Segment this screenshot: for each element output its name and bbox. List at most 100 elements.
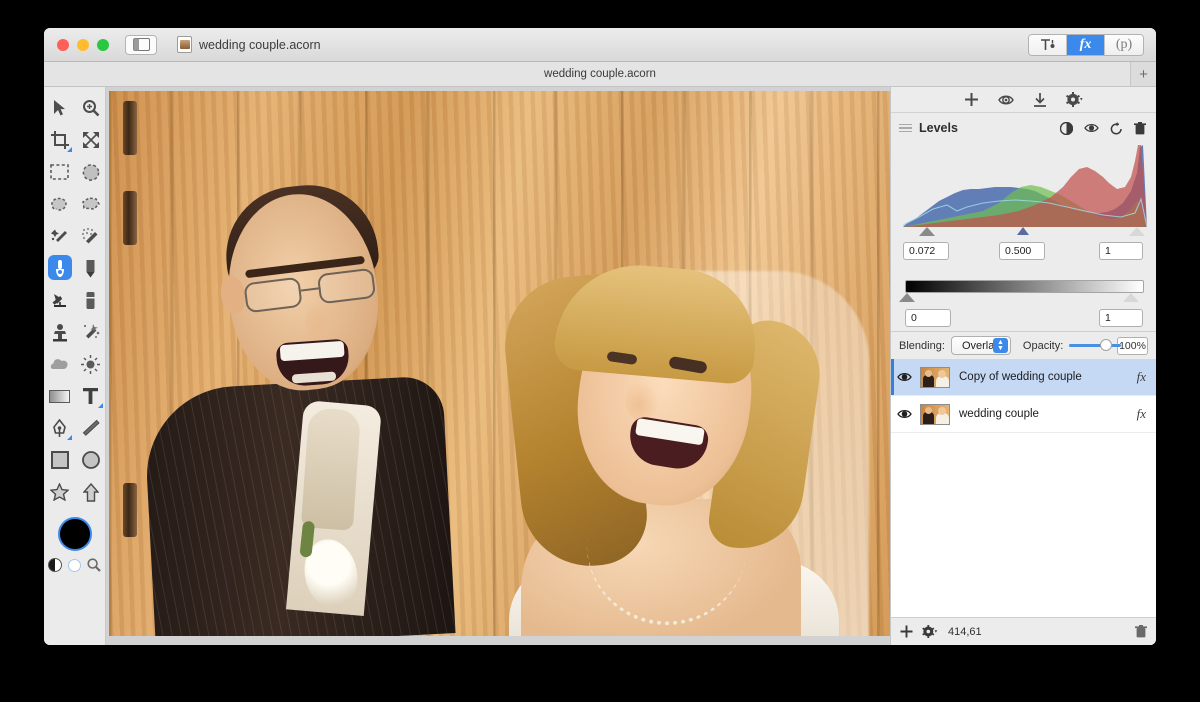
brush-tool[interactable] bbox=[44, 253, 75, 283]
rect-select-tool[interactable] bbox=[44, 157, 75, 187]
opacity-slider[interactable] bbox=[1069, 339, 1122, 351]
ellipse-select-icon bbox=[82, 163, 99, 181]
add-filter-icon[interactable] bbox=[964, 92, 979, 107]
black-point-field[interactable]: 0.072 bbox=[903, 242, 949, 260]
layer-row[interactable]: wedding couple fx bbox=[891, 396, 1156, 433]
tools-inspector-button[interactable] bbox=[1029, 35, 1067, 55]
smudge-tool[interactable] bbox=[75, 317, 106, 347]
instant-alpha-tool[interactable] bbox=[75, 221, 106, 251]
filter-header-actions bbox=[1060, 121, 1146, 135]
sidebar-icon bbox=[132, 38, 150, 51]
magic-wand-tool[interactable] bbox=[44, 221, 75, 251]
line-tool[interactable] bbox=[75, 413, 106, 443]
trash-icon[interactable] bbox=[1134, 121, 1146, 135]
dodge-burn-tool[interactable] bbox=[75, 349, 106, 379]
download-icon[interactable] bbox=[1033, 92, 1047, 107]
eye-icon[interactable] bbox=[1084, 122, 1099, 134]
close-button[interactable] bbox=[57, 38, 69, 51]
output-white-marker[interactable] bbox=[1123, 293, 1139, 302]
clone-stamp-icon bbox=[52, 323, 67, 341]
bride-nose bbox=[625, 381, 659, 421]
image-canvas[interactable] bbox=[109, 91, 890, 636]
white-point-marker[interactable] bbox=[1129, 227, 1145, 236]
bezier-tool[interactable] bbox=[44, 413, 75, 443]
swap-colors-icon[interactable] bbox=[48, 558, 62, 572]
lasso-icon bbox=[51, 197, 67, 211]
rectangle-tool[interactable] bbox=[44, 445, 75, 475]
output-black-marker[interactable] bbox=[899, 293, 915, 302]
background-color-swatch[interactable] bbox=[68, 558, 81, 572]
fx-inspector-button[interactable]: fx bbox=[1067, 35, 1105, 55]
gear-icon[interactable] bbox=[1065, 92, 1084, 107]
layer-fx-badge[interactable]: fx bbox=[1137, 369, 1146, 385]
ellipse-tool[interactable] bbox=[75, 445, 106, 475]
paint-bucket-tool[interactable] bbox=[44, 285, 75, 315]
black-point-marker[interactable] bbox=[919, 227, 935, 236]
arrow-icon bbox=[82, 482, 99, 502]
tab-bar: wedding couple.acorn + bbox=[44, 62, 1156, 87]
foreground-color-swatch[interactable] bbox=[57, 517, 92, 551]
gamma-marker[interactable] bbox=[1017, 227, 1029, 235]
layer-row[interactable]: Copy of wedding couple fx bbox=[891, 359, 1156, 396]
layer-fx-badge[interactable]: fx bbox=[1137, 406, 1146, 422]
lasso-tool[interactable] bbox=[44, 189, 75, 219]
tool-options-indicator bbox=[67, 147, 72, 152]
move-tool[interactable] bbox=[44, 93, 75, 123]
eye-icon[interactable] bbox=[897, 408, 912, 420]
output-white-field[interactable]: 1 bbox=[1099, 309, 1143, 327]
gradient-tool[interactable] bbox=[44, 381, 75, 411]
star-tool[interactable] bbox=[44, 477, 75, 507]
transform-tool[interactable] bbox=[75, 125, 106, 155]
add-layer-icon[interactable] bbox=[900, 625, 913, 638]
contrast-icon[interactable] bbox=[1060, 121, 1073, 135]
ellipse-select-tool[interactable] bbox=[75, 157, 106, 187]
filter-title: Levels bbox=[919, 121, 958, 135]
text-tool[interactable] bbox=[75, 381, 106, 411]
levels-input-fields: 0.072 0.500 1 bbox=[903, 242, 1146, 264]
window-body: Levels 0.072 0.500 1 0 1 Blending: Overl… bbox=[44, 87, 1156, 645]
brush-icon bbox=[55, 259, 64, 277]
pencil-tool[interactable] bbox=[75, 253, 106, 283]
arrow-tool[interactable] bbox=[75, 477, 106, 507]
tab-wedding-couple[interactable]: wedding couple.acorn bbox=[544, 68, 656, 80]
zoom-icon bbox=[82, 100, 99, 117]
output-black-field[interactable]: 0 bbox=[905, 309, 951, 327]
levels-filter-panel: Levels 0.072 0.500 1 0 1 bbox=[891, 113, 1156, 331]
clone-stamp-tool[interactable] bbox=[44, 317, 75, 347]
drag-handle-icon[interactable] bbox=[899, 123, 912, 133]
blur-tool[interactable] bbox=[44, 349, 75, 379]
output-gradient-bar[interactable] bbox=[905, 280, 1144, 293]
reset-icon[interactable] bbox=[1110, 121, 1123, 135]
magnifier-icon[interactable] bbox=[87, 558, 101, 572]
opacity-slider-knob[interactable] bbox=[1099, 339, 1112, 351]
instant-alpha-icon bbox=[81, 227, 97, 243]
zoom-tool[interactable] bbox=[75, 93, 106, 123]
opacity-value-field[interactable]: 100% bbox=[1116, 336, 1148, 355]
eraser-tool[interactable] bbox=[75, 285, 106, 315]
trash-icon[interactable] bbox=[1135, 625, 1147, 638]
levels-input-markers bbox=[905, 227, 1145, 239]
blending-mode-select[interactable]: Overlay ▲ ▼ bbox=[950, 336, 1011, 355]
preview-icon[interactable] bbox=[997, 93, 1014, 107]
polygon-lasso-tool[interactable] bbox=[75, 189, 106, 219]
sidebar-toggle-button[interactable] bbox=[125, 34, 157, 55]
gear-icon[interactable] bbox=[922, 625, 939, 638]
eye-icon[interactable] bbox=[897, 371, 912, 383]
pencil-icon bbox=[86, 259, 95, 277]
white-point-field[interactable]: 1 bbox=[1099, 242, 1143, 260]
palette-inspector-button[interactable]: (p) bbox=[1105, 35, 1143, 55]
title-bar: wedding couple.acorn fx (p) bbox=[44, 28, 1156, 62]
minimize-button[interactable] bbox=[77, 38, 89, 51]
new-tab-button[interactable]: + bbox=[1130, 62, 1156, 86]
layer-name: Copy of wedding couple bbox=[959, 371, 1082, 383]
layers-footer: 414,61 bbox=[891, 617, 1156, 645]
smudge-icon bbox=[83, 323, 99, 338]
gamma-field[interactable]: 0.500 bbox=[999, 242, 1045, 260]
groom-cravat bbox=[300, 407, 362, 531]
layers-empty-space[interactable] bbox=[891, 433, 1156, 617]
canvas-area[interactable] bbox=[106, 87, 890, 645]
levels-output-fields: 0 1 bbox=[905, 309, 1144, 331]
rect-select-icon bbox=[50, 164, 69, 180]
crop-tool[interactable] bbox=[44, 125, 75, 155]
zoom-button[interactable] bbox=[97, 38, 109, 51]
